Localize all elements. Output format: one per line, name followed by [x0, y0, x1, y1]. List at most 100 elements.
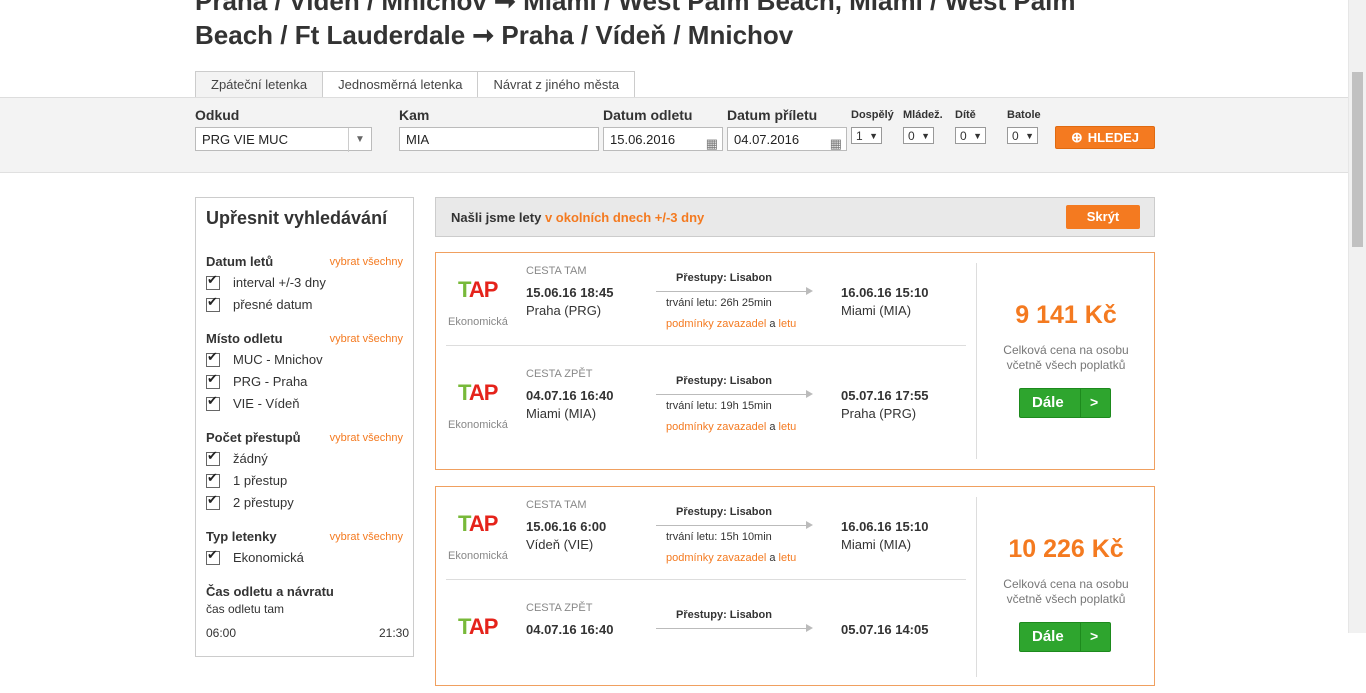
- checkbox-checked-icon[interactable]: [206, 294, 220, 312]
- flight-duration: trvání letu: 26h 25min: [666, 297, 772, 309]
- filter-group-title: Datum letů: [206, 254, 274, 269]
- to-label: Kam: [399, 107, 430, 123]
- filter-checkbox[interactable]: VIE - Vídeň: [206, 393, 299, 411]
- scrollbar-thumb[interactable]: [1352, 72, 1363, 247]
- price-note: Celková cena na osobu včetně všech popla…: [1003, 343, 1129, 372]
- return-date-input[interactable]: 04.07.2016 ▦: [727, 127, 847, 151]
- chevron-right-icon: >: [1090, 394, 1099, 410]
- filter-checkbox[interactable]: žádný: [206, 448, 268, 466]
- checkbox-checked-icon[interactable]: [206, 272, 220, 290]
- calendar-icon[interactable]: ▦: [830, 132, 842, 156]
- flight-leg: TAP Ekonomická CESTA ZPĚT 04.07.16 16:40…: [436, 356, 976, 459]
- hide-button[interactable]: Skrýt: [1066, 205, 1140, 229]
- filter-panel: Upřesnit vyhledávání Datum letů vybrat v…: [195, 197, 414, 657]
- filter-group-title: Čas odletu a návratu: [206, 584, 334, 599]
- continue-button[interactable]: Dále >: [1019, 388, 1111, 418]
- filter-group-title: Počet přestupů: [206, 430, 301, 445]
- filter-checkbox[interactable]: 1 přestup: [206, 470, 287, 488]
- continue-label: Dále: [1032, 394, 1064, 411]
- conditions-and: a: [766, 552, 779, 564]
- airline-logo: TAP: [458, 380, 498, 406]
- flight-conditions-link[interactable]: letu: [779, 552, 797, 564]
- checkbox-checked-icon[interactable]: [206, 470, 220, 488]
- departure-place: Vídeň (VIE): [526, 537, 594, 552]
- to-input[interactable]: MIA: [399, 127, 599, 151]
- leg-caption: CESTA TAM: [526, 499, 587, 511]
- tab-open-jaw[interactable]: Návrat z jiného města: [477, 71, 636, 98]
- infant-label: Batole: [1007, 109, 1041, 121]
- filter-group-title: Typ letenky: [206, 529, 277, 544]
- youth-value: 0: [908, 129, 915, 143]
- logo-letter: T: [458, 380, 470, 405]
- youth-select[interactable]: 0 ▼: [903, 127, 934, 144]
- logo-letter: A: [468, 277, 485, 302]
- arrival-datetime: 05.07.16 17:55: [841, 388, 929, 403]
- select-all-link[interactable]: vybrat všechny: [330, 256, 403, 268]
- logo-letter: P: [483, 511, 499, 536]
- search-button[interactable]: ⊕ HLEDEJ: [1055, 126, 1155, 149]
- select-all-link[interactable]: vybrat všechny: [330, 432, 403, 444]
- price-divider: [976, 497, 977, 677]
- infant-select[interactable]: 0 ▼: [1007, 127, 1038, 144]
- chevron-right-icon: >: [1090, 628, 1099, 644]
- route-arrow: [656, 624, 813, 632]
- child-value: 0: [960, 129, 967, 143]
- route-arrow: [656, 521, 813, 529]
- leg-caption: CESTA TAM: [526, 265, 587, 277]
- chevron-down-icon[interactable]: ▼: [348, 128, 371, 152]
- depart-label: Datum odletu: [603, 107, 693, 123]
- flight-conditions-link[interactable]: letu: [779, 318, 797, 330]
- select-all-link[interactable]: vybrat všechny: [330, 333, 403, 345]
- continue-button[interactable]: Dále >: [1019, 622, 1111, 652]
- trip-type-tabs: Zpáteční letenka Jednosměrná letenka Náv…: [195, 71, 636, 99]
- time-max: 21:30: [378, 626, 409, 640]
- result-card: TAP Ekonomická CESTA TAM 15.06.16 18:45 …: [435, 252, 1155, 470]
- depart-date-input[interactable]: 15.06.2016 ▦: [603, 127, 723, 151]
- filter-checkbox[interactable]: 2 přestupy: [206, 492, 294, 510]
- logo-letter: P: [483, 614, 499, 639]
- airline-logo: TAP: [458, 277, 498, 303]
- checkbox-checked-icon[interactable]: [206, 448, 220, 466]
- notice-highlight[interactable]: v okolních dnech +/-3 dny: [545, 210, 704, 225]
- baggage-conditions-link[interactable]: podmínky zavazadel: [666, 421, 766, 433]
- checkbox-checked-icon[interactable]: [206, 349, 220, 367]
- result-card: TAP Ekonomická CESTA TAM 15.06.16 6:00 V…: [435, 486, 1155, 686]
- flight-conditions-link[interactable]: letu: [779, 421, 797, 433]
- conditions-and: a: [766, 421, 779, 433]
- arrival-place: Praha (PRG): [841, 406, 917, 421]
- adults-select[interactable]: 1 ▼: [851, 127, 882, 144]
- button-divider: [1080, 389, 1081, 417]
- filter-checkbox[interactable]: přesné datum: [206, 294, 313, 312]
- baggage-conditions-link[interactable]: podmínky zavazadel: [666, 552, 766, 564]
- checkbox-checked-icon[interactable]: [206, 371, 220, 389]
- filter-checkbox[interactable]: MUC - Mnichov: [206, 349, 323, 367]
- flight-leg: TAP CESTA ZPĚT 04.07.16 16:40 Přestupy: …: [436, 590, 976, 693]
- baggage-conditions-link[interactable]: podmínky zavazadel: [666, 318, 766, 330]
- filter-checkbox-label: 2 přestupy: [233, 495, 294, 510]
- checkbox-checked-icon[interactable]: [206, 393, 220, 411]
- checkbox-checked-icon[interactable]: [206, 547, 220, 565]
- leg-caption: CESTA ZPĚT: [526, 368, 593, 380]
- from-label: Odkud: [195, 107, 240, 123]
- select-all-link[interactable]: vybrat všechny: [330, 531, 403, 543]
- checkbox-checked-icon[interactable]: [206, 492, 220, 510]
- conditions: podmínky zavazadel a letu: [666, 552, 796, 564]
- child-select[interactable]: 0 ▼: [955, 127, 986, 144]
- filter-checkbox-label: přesné datum: [233, 297, 313, 312]
- filter-checkbox[interactable]: PRG - Praha: [206, 371, 308, 389]
- filter-checkbox[interactable]: Ekonomická: [206, 547, 304, 565]
- youth-label: Mládež.: [903, 109, 943, 121]
- page-scrollbar[interactable]: [1348, 0, 1366, 633]
- filter-checkbox[interactable]: interval +/-3 dny: [206, 272, 326, 290]
- filter-checkbox-label: PRG - Praha: [233, 374, 308, 389]
- route-arrow: [656, 390, 813, 398]
- filter-checkbox-label: MUC - Mnichov: [233, 352, 323, 367]
- arrival-place: Miami (MIA): [841, 537, 912, 552]
- tab-round-trip[interactable]: Zpáteční letenka: [195, 71, 324, 99]
- tab-one-way[interactable]: Jednosměrná letenka: [322, 71, 479, 98]
- filter-checkbox-label: žádný: [233, 451, 268, 466]
- arrive-label: Datum příletu: [727, 107, 818, 123]
- from-select[interactable]: PRG VIE MUC ▼: [195, 127, 372, 152]
- calendar-icon[interactable]: ▦: [706, 132, 718, 156]
- route-arrow: [656, 287, 813, 295]
